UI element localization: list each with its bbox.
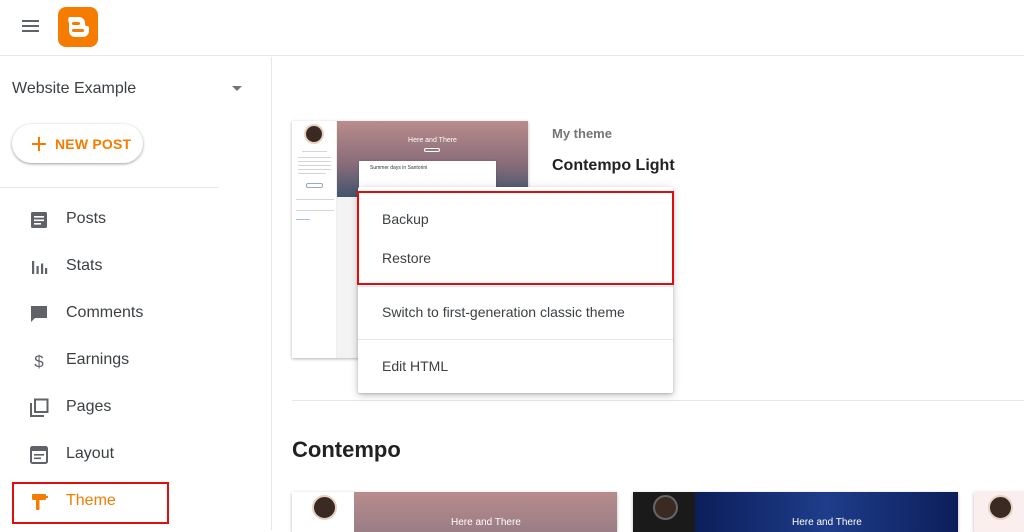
preview-text-line xyxy=(302,151,327,152)
menu-divider xyxy=(358,286,673,287)
sidebar-item-comments[interactable]: Comments xyxy=(0,294,240,334)
sidebar-item-posts[interactable]: Posts xyxy=(0,200,240,240)
menu-item-switch-classic-theme[interactable]: Switch to first-generation classic theme xyxy=(382,304,625,320)
sidebar-item-stats[interactable]: Stats xyxy=(0,247,240,287)
sidebar-item-label: Layout xyxy=(66,445,115,462)
posts-icon xyxy=(31,212,47,228)
preview-text-line xyxy=(298,165,331,166)
layout-icon xyxy=(30,446,48,464)
theme-highlight-box xyxy=(12,482,169,524)
sidebar-item-earnings[interactable]: $ Earnings xyxy=(0,341,240,381)
preview-text-line xyxy=(298,169,331,170)
sidebar-item-label: Pages xyxy=(66,398,112,415)
preview-text-line xyxy=(296,199,334,200)
hamburger-menu-icon[interactable] xyxy=(20,17,42,35)
blogger-logo-icon[interactable] xyxy=(58,7,98,47)
sidebar-item-label: Posts xyxy=(66,210,107,227)
blog-selector-dropdown-icon[interactable] xyxy=(232,86,242,91)
top-bar xyxy=(0,0,1024,56)
content-divider xyxy=(292,400,1024,401)
my-theme-label: My theme xyxy=(552,126,612,141)
new-post-label: NEW POST xyxy=(55,135,132,152)
blog-selector[interactable]: Website Example xyxy=(12,80,136,98)
current-theme-name: Contempo Light xyxy=(552,157,675,174)
sidebar-item-label: Stats xyxy=(66,257,103,274)
plus-icon xyxy=(31,136,47,152)
thumbnail-avatar xyxy=(653,495,678,520)
theme-thumbnail[interactable]: Here and There xyxy=(633,492,958,532)
comments-icon xyxy=(31,306,47,322)
preview-text-line xyxy=(296,210,334,211)
preview-button xyxy=(306,183,323,188)
sidebar-item-label: Earnings xyxy=(66,351,130,368)
stats-icon xyxy=(32,261,48,274)
sidebar-item-layout[interactable]: Layout xyxy=(0,435,240,475)
menu-highlight-box xyxy=(357,191,674,285)
svg-text:$: $ xyxy=(34,352,44,371)
sidebar-divider xyxy=(0,187,218,188)
sidebar-item-pages[interactable]: Pages xyxy=(0,388,240,428)
new-post-button[interactable]: NEW POST xyxy=(12,124,143,163)
preview-pill xyxy=(424,148,440,152)
preview-avatar xyxy=(304,124,324,144)
preview-text-line xyxy=(298,173,326,174)
thumbnail-avatar xyxy=(988,495,1013,520)
preview-sidebar xyxy=(292,121,337,358)
preview-link-line xyxy=(296,219,310,220)
theme-thumbnail[interactable]: Here and There xyxy=(292,492,617,532)
section-title: Contempo xyxy=(292,437,401,462)
menu-item-edit-html[interactable]: Edit HTML xyxy=(382,358,448,374)
preview-text-line xyxy=(298,157,331,158)
theme-thumbnail[interactable] xyxy=(974,492,1024,532)
preview-text-line xyxy=(298,161,331,162)
sidebar: Website Example NEW POST Posts Stats Com… xyxy=(0,57,272,530)
sidebar-item-label: Comments xyxy=(66,304,144,321)
preview-post-title: Summer days in Santorini xyxy=(370,165,428,171)
thumbnail-title: Here and There xyxy=(792,517,862,528)
pages-icon xyxy=(30,398,49,417)
preview-blog-title: Here and There xyxy=(408,137,457,144)
menu-divider xyxy=(358,339,673,340)
thumbnail-title: Here and There xyxy=(451,517,521,528)
thumbnail-avatar xyxy=(312,495,337,520)
earnings-icon: $ xyxy=(34,352,44,371)
